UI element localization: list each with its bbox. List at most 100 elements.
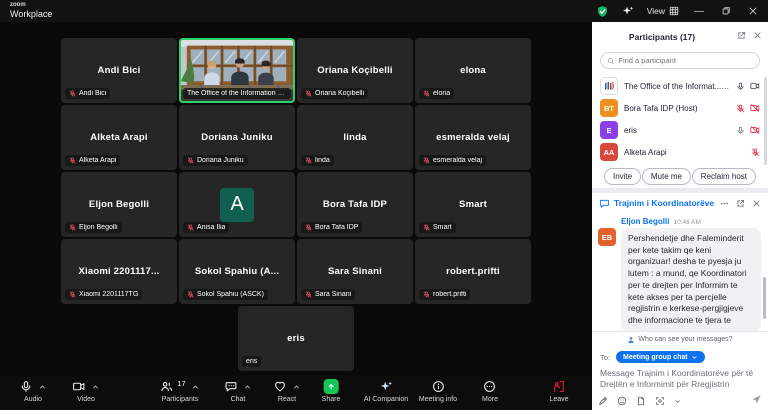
meeting-toolbar: Audio Video 17 Participants Chat: [0, 375, 592, 410]
video-tile[interactable]: Sokol Spahiu (A... Sokol Spahiu (ASCK): [179, 239, 295, 304]
chevron-up-icon[interactable]: [92, 383, 100, 391]
muted-mic-icon: [69, 224, 76, 231]
search-input[interactable]: [618, 56, 753, 65]
camera-off-icon[interactable]: [750, 125, 760, 135]
mic-icon[interactable]: [736, 126, 745, 135]
message-privacy-note[interactable]: Who can see your messages?: [592, 331, 768, 347]
participant-row[interactable]: AA Alketa Arapi: [592, 141, 768, 163]
tile-name-tag: Andi Bici: [65, 88, 110, 99]
muted-mic-icon: [187, 224, 194, 231]
video-tile-active-speaker[interactable]: The Office of the Information an...: [179, 38, 295, 103]
tile-name-tag: Smart: [419, 222, 456, 233]
muted-mic-icon[interactable]: [736, 104, 745, 113]
leave-button[interactable]: Leave: [549, 379, 568, 403]
meeting-info-button[interactable]: Meeting info: [419, 379, 457, 403]
video-tile[interactable]: esmeralda velaj esmeralda velaj: [415, 105, 531, 170]
video-tile[interactable]: eris eris: [238, 306, 354, 371]
participant-avatar: E: [600, 121, 618, 139]
video-tile[interactable]: Doriana Juniku Doriana Juniku: [179, 105, 295, 170]
video-tile[interactable]: Andi Bici Andi Bici: [61, 38, 177, 103]
org-logo-avatar: [600, 77, 618, 95]
video-tile[interactable]: linda linda: [297, 105, 413, 170]
camera-icon[interactable]: [750, 81, 760, 91]
popout-icon[interactable]: [737, 31, 746, 40]
tile-name-tag: Bora Tafa IDP: [301, 222, 362, 233]
reclaim-host-button[interactable]: Reclaim host: [692, 168, 756, 185]
participant-name: eris: [624, 126, 730, 135]
view-button[interactable]: View: [647, 6, 679, 16]
participants-header: Participants (17): [592, 28, 768, 46]
maximize-button[interactable]: [719, 6, 733, 16]
chevron-up-icon[interactable]: [39, 383, 47, 391]
chat-recipient-selector[interactable]: Meeting group chat: [616, 351, 705, 363]
chevron-up-icon[interactable]: [293, 383, 301, 391]
chat-input[interactable]: Message Trajnim i Koordinatorëve për të …: [600, 368, 762, 391]
video-tile[interactable]: Bora Tafa IDP Bora Tafa IDP: [297, 172, 413, 237]
people-icon: [160, 380, 173, 393]
video-tile[interactable]: Smart Smart: [415, 172, 531, 237]
popout-icon[interactable]: [736, 199, 745, 208]
attach-file-icon[interactable]: [636, 396, 646, 406]
emoji-icon[interactable]: [617, 396, 627, 406]
ai-sparkle-icon[interactable]: [622, 5, 634, 17]
invite-button[interactable]: Invite: [604, 168, 641, 185]
app-subtitle: Workplace: [10, 10, 52, 19]
video-tile[interactable]: Sara Sinani Sara Sinani: [297, 239, 413, 304]
react-button[interactable]: React: [274, 379, 301, 403]
close-window-button[interactable]: [746, 6, 760, 16]
chat-messages: EB Eljon Begolli 10:46 AM Pershendetje d…: [592, 213, 768, 331]
app-logo: zoom Workplace: [10, 2, 52, 19]
chat-scrollbar[interactable]: [763, 277, 766, 319]
muted-mic-icon: [305, 224, 312, 231]
video-tile[interactable]: robert.prifti robert.prifti: [415, 239, 531, 304]
tile-name-tag: Sokol Spahiu (ASCK): [183, 289, 268, 300]
screenshot-icon[interactable]: [655, 396, 665, 406]
muted-mic-icon: [423, 90, 430, 97]
chevron-down-icon[interactable]: [674, 398, 681, 405]
more-button[interactable]: More: [482, 379, 498, 403]
message-time: 10:46 AM: [673, 219, 700, 226]
participant-row[interactable]: BT Bora Tafa IDP (Host): [592, 97, 768, 119]
audio-button[interactable]: Audio: [20, 379, 47, 403]
more-dots-icon[interactable]: [720, 199, 729, 208]
close-icon[interactable]: [753, 31, 762, 40]
chevron-up-icon[interactable]: [192, 383, 200, 391]
tile-name-tag: Eljon Begolli: [65, 222, 122, 233]
heart-icon: [274, 380, 287, 393]
video-button[interactable]: Video: [73, 379, 100, 403]
participant-search[interactable]: [600, 52, 760, 69]
camera-off-icon[interactable]: [750, 103, 760, 113]
encryption-shield-icon[interactable]: [596, 5, 609, 18]
muted-mic-icon: [423, 224, 430, 231]
send-message-icon[interactable]: [751, 394, 762, 405]
chat-bubble-icon: [599, 198, 610, 209]
format-pen-icon[interactable]: [598, 396, 608, 406]
participant-row[interactable]: The Office of the Informat... (Me): [592, 75, 768, 97]
chevron-up-icon[interactable]: [244, 383, 252, 391]
ai-companion-button[interactable]: AI Companion: [364, 379, 408, 403]
share-button[interactable]: Share: [322, 379, 341, 403]
minimize-button[interactable]: —: [692, 6, 706, 17]
chat-button[interactable]: Chat: [225, 379, 252, 403]
to-label: To:: [600, 353, 610, 362]
logo-icon: [603, 80, 615, 92]
video-tile[interactable]: Alketa Arapi Alketa Arapi: [61, 105, 177, 170]
muted-mic-icon[interactable]: [751, 148, 760, 157]
participant-row[interactable]: E eris: [592, 119, 768, 141]
participant-name: The Office of the Informat... (Me): [624, 82, 730, 91]
video-tile[interactable]: Oriana Koçibelli Oriana Koçibelli: [297, 38, 413, 103]
tile-name-tag: The Office of the Information an...: [183, 88, 291, 99]
mute-me-button[interactable]: Mute me: [642, 168, 691, 185]
video-tile[interactable]: elona elona: [415, 38, 531, 103]
video-tile[interactable]: Eljon Begolli Eljon Begolli: [61, 172, 177, 237]
search-icon: [607, 57, 614, 65]
close-icon[interactable]: [752, 199, 761, 208]
participants-button[interactable]: 17 Participants: [160, 379, 199, 403]
person-icon: [627, 336, 635, 344]
video-tile[interactable]: A Anisa Ilia: [179, 172, 295, 237]
tile-name-tag: eris: [242, 356, 261, 367]
mic-icon[interactable]: [736, 82, 745, 91]
participants-scrollbar[interactable]: [764, 77, 767, 165]
muted-mic-icon: [69, 90, 76, 97]
video-tile[interactable]: Xiaomi 2201117... Xiaomi 2201117TG: [61, 239, 177, 304]
